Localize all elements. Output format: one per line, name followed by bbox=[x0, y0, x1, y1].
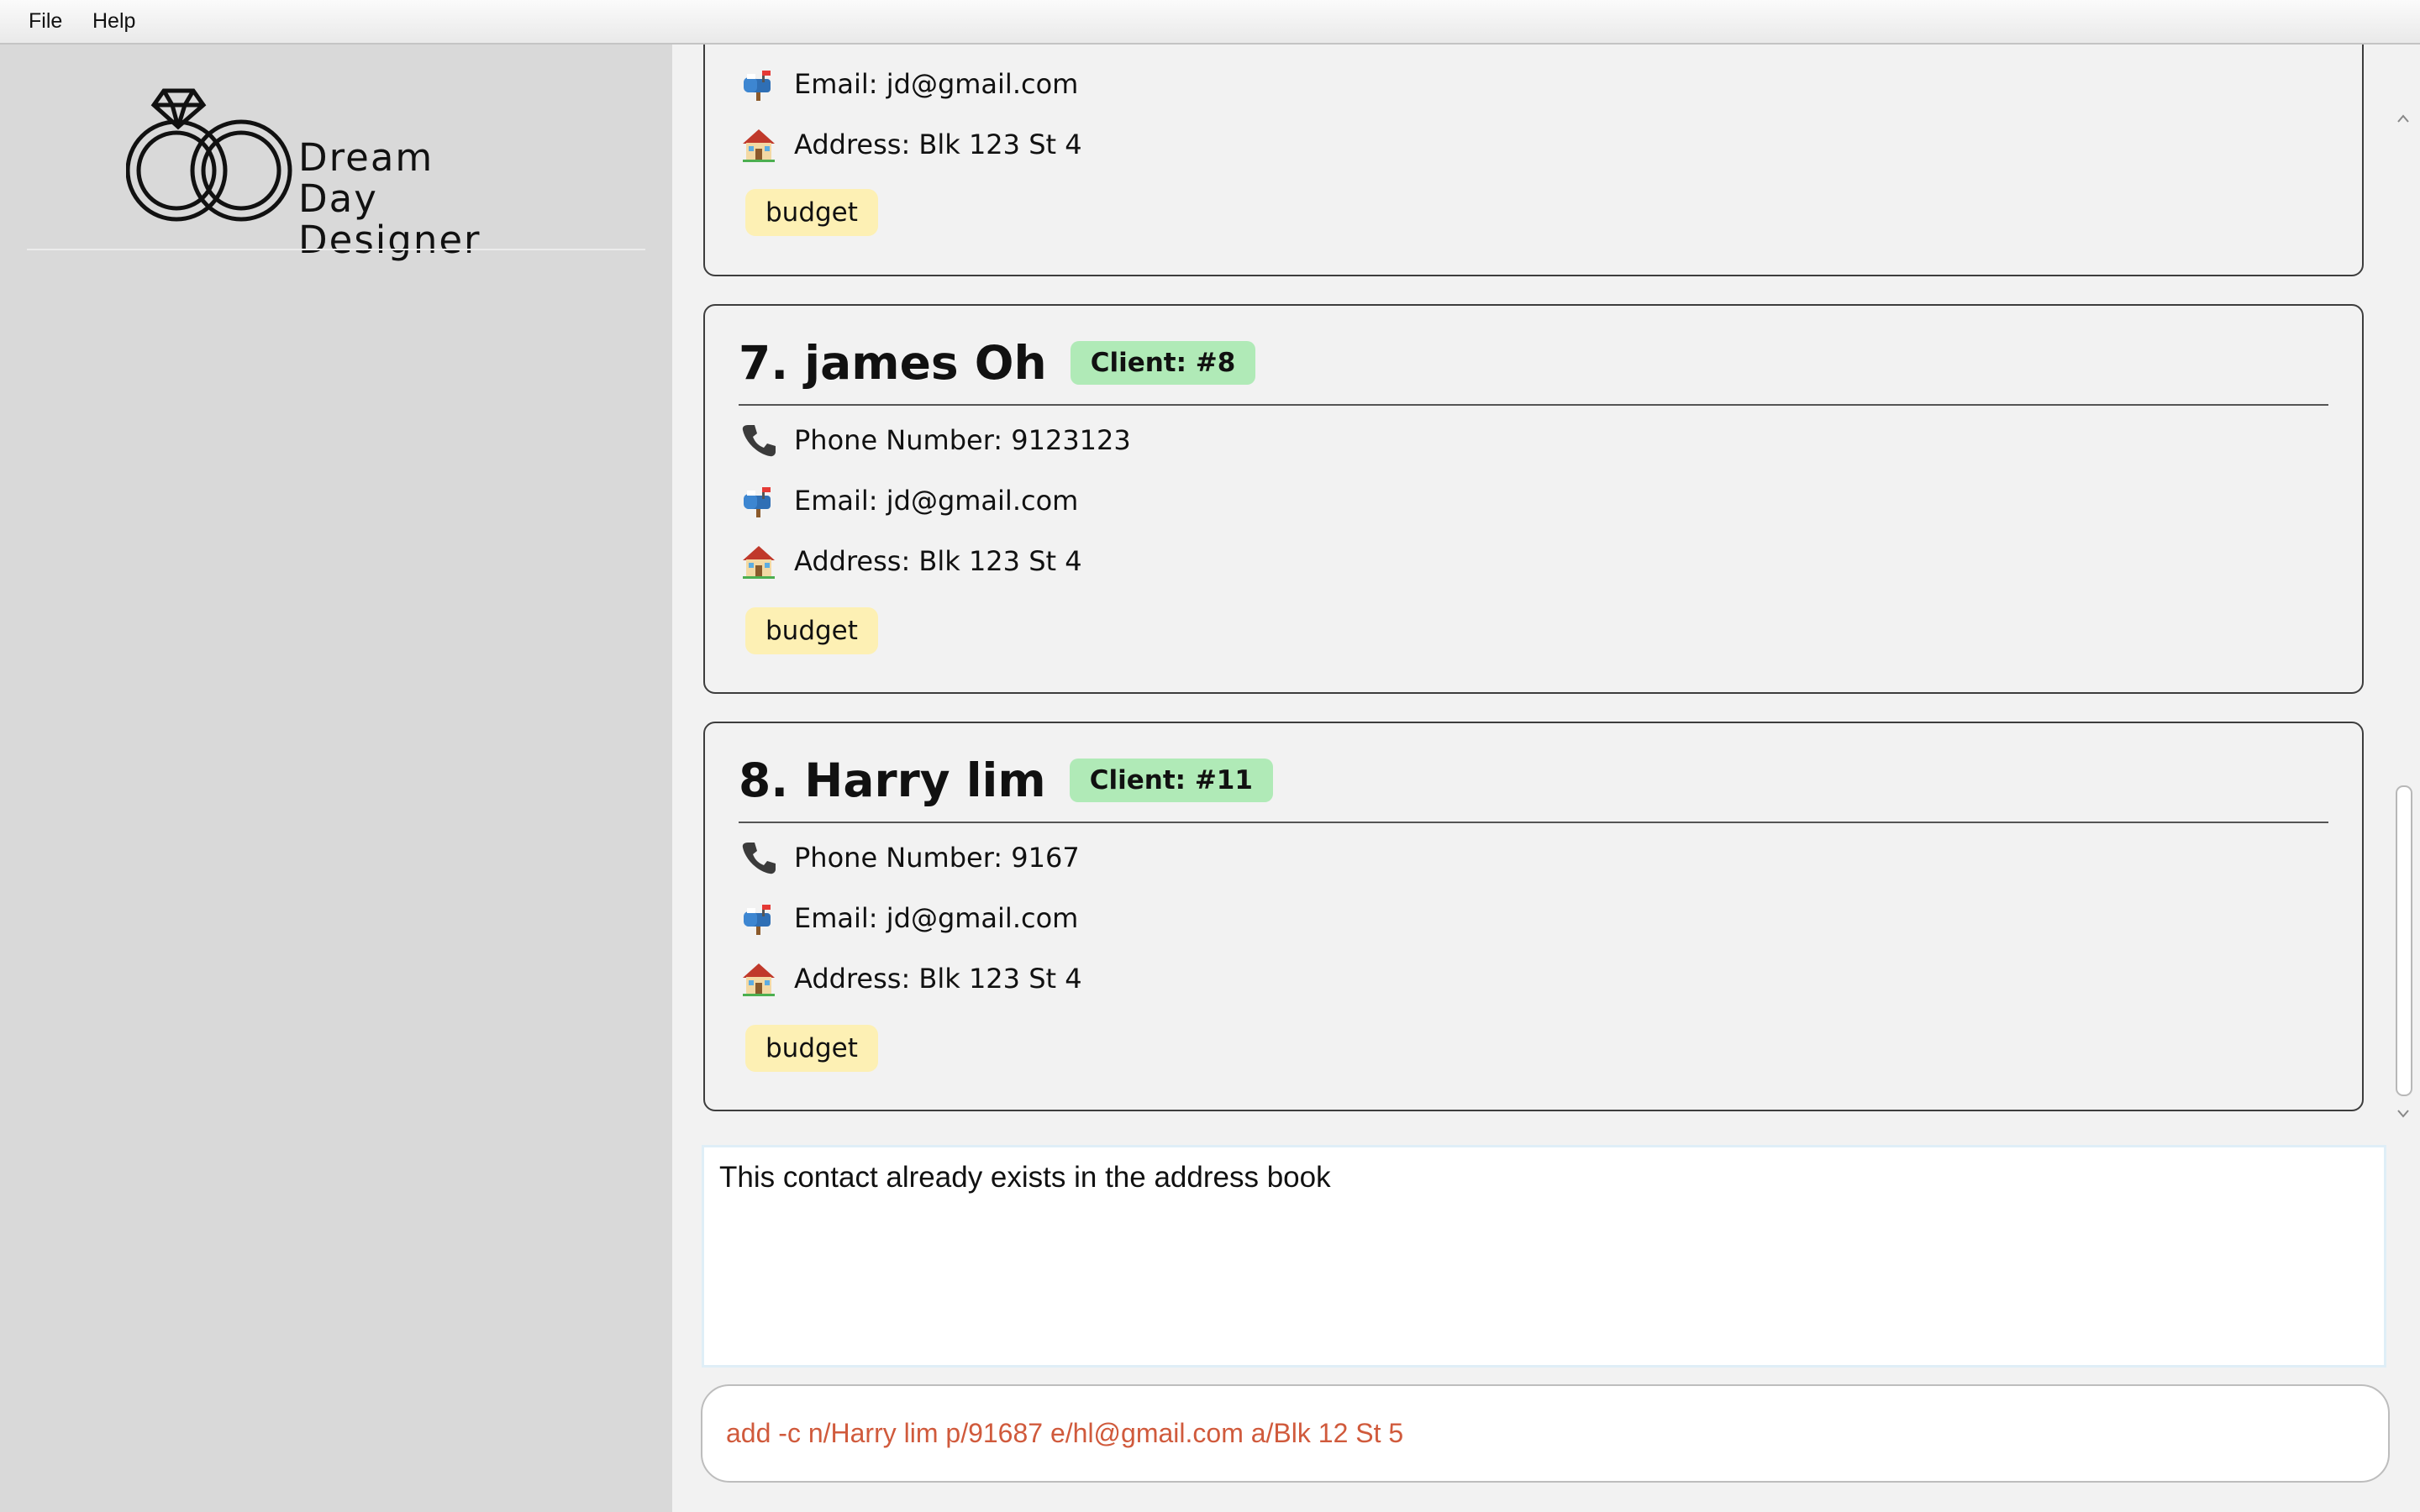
address-row: Address: Blk 123 St 4 bbox=[740, 123, 1082, 165]
rings-logo-icon bbox=[126, 88, 292, 222]
email-row: Email: jd@gmail.com bbox=[740, 480, 1078, 522]
card-divider bbox=[739, 822, 2328, 823]
app-logo: Dream Day Designer bbox=[126, 87, 480, 260]
client-badge: Client: #8 bbox=[1070, 341, 1256, 385]
card-header: 7. james Oh Client: #8 bbox=[739, 333, 1256, 392]
contact-name: 7. james Oh bbox=[739, 336, 1047, 390]
menu-help[interactable]: Help bbox=[92, 9, 135, 34]
address-text: Address: Blk 123 St 4 bbox=[794, 129, 1082, 160]
contact-list-scrollbar[interactable] bbox=[2388, 61, 2418, 1174]
mailbox-icon bbox=[740, 482, 777, 519]
contact-list[interactable]: Email: jd@gmail.com Address: Blk 123 St … bbox=[672, 45, 2388, 1132]
phone-text: Phone Number: 9167 bbox=[794, 842, 1080, 874]
result-message: This contact already exists in the addre… bbox=[719, 1161, 1331, 1194]
email-row: Email: jd@gmail.com bbox=[740, 63, 1078, 105]
house-icon bbox=[740, 543, 777, 580]
contact-card[interactable]: 8. Harry lim Client: #11 Phone Number: 9… bbox=[703, 722, 2364, 1111]
email-text: Email: jd@gmail.com bbox=[794, 68, 1079, 100]
menu-file[interactable]: File bbox=[29, 9, 62, 34]
mailbox-icon bbox=[740, 900, 777, 937]
tag-budget: budget bbox=[745, 189, 878, 236]
phone-text: Phone Number: 9123123 bbox=[794, 424, 1131, 456]
scroll-thumb[interactable] bbox=[2396, 785, 2412, 1096]
sidebar: Dream Day Designer bbox=[0, 45, 672, 1512]
email-row: Email: jd@gmail.com bbox=[740, 897, 1078, 939]
client-badge: Client: #11 bbox=[1069, 759, 1273, 802]
sidebar-divider bbox=[27, 249, 645, 250]
card-divider bbox=[739, 404, 2328, 406]
phone-row: Phone Number: 9167 bbox=[740, 837, 1080, 879]
house-icon bbox=[740, 960, 777, 997]
phone-row: Phone Number: 9123123 bbox=[740, 419, 1131, 461]
app-title: Dream Day Designer bbox=[298, 137, 481, 260]
mailbox-icon bbox=[740, 66, 777, 102]
tag-budget: budget bbox=[745, 607, 878, 654]
address-row: Address: Blk 123 St 4 bbox=[740, 958, 1082, 1000]
email-text: Email: jd@gmail.com bbox=[794, 485, 1079, 517]
card-header: 8. Harry lim Client: #11 bbox=[739, 751, 1273, 810]
email-text: Email: jd@gmail.com bbox=[794, 902, 1079, 934]
address-text: Address: Blk 123 St 4 bbox=[794, 963, 1082, 995]
house-icon bbox=[740, 126, 777, 163]
result-display[interactable]: This contact already exists in the addre… bbox=[702, 1145, 2386, 1368]
logo-line-3: Designer bbox=[298, 218, 481, 262]
phone-icon bbox=[740, 422, 777, 459]
command-input[interactable] bbox=[726, 1386, 2365, 1481]
scroll-down-icon[interactable] bbox=[2396, 1105, 2411, 1121]
contact-card[interactable]: 7. james Oh Client: #8 Phone Number: 912… bbox=[703, 304, 2364, 694]
menu-bar: File Help bbox=[0, 0, 2420, 45]
scroll-up-icon[interactable] bbox=[2396, 112, 2411, 127]
logo-line-2: Day bbox=[298, 176, 378, 221]
logo-line-1: Dream bbox=[298, 135, 434, 180]
phone-icon bbox=[740, 839, 777, 876]
contact-card[interactable]: Email: jd@gmail.com Address: Blk 123 St … bbox=[703, 45, 2364, 276]
contact-name: 8. Harry lim bbox=[739, 753, 1046, 807]
command-box[interactable] bbox=[701, 1384, 2390, 1483]
address-text: Address: Blk 123 St 4 bbox=[794, 545, 1082, 577]
main-panel: Email: jd@gmail.com Address: Blk 123 St … bbox=[672, 45, 2420, 1512]
tag-budget: budget bbox=[745, 1025, 878, 1072]
address-row: Address: Blk 123 St 4 bbox=[740, 540, 1082, 582]
